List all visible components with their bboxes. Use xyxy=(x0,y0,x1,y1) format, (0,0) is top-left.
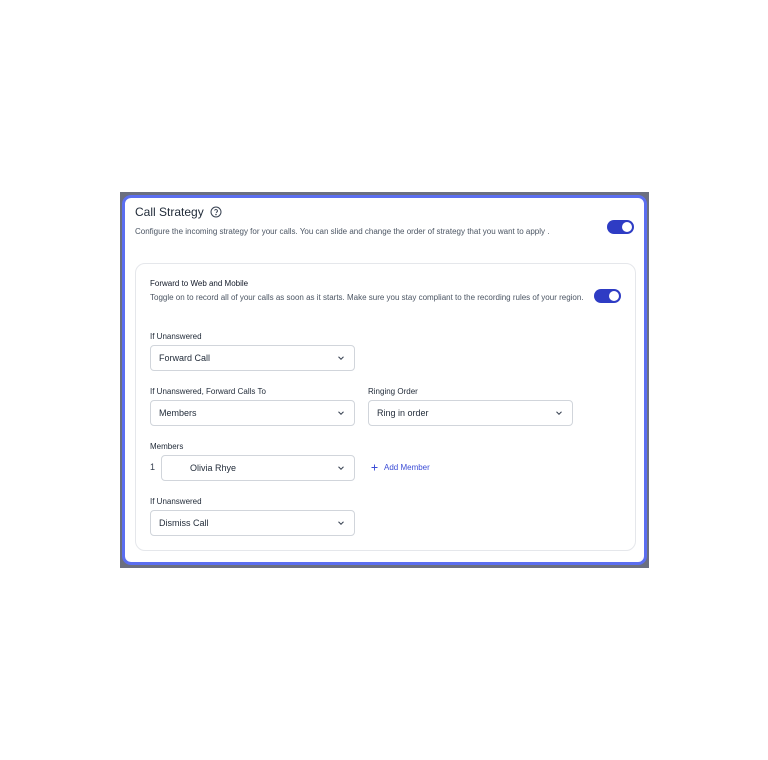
chevron-down-icon xyxy=(338,466,344,470)
if-unanswered-final-label: If Unanswered xyxy=(150,497,202,506)
chevron-down-icon xyxy=(556,411,562,415)
member-index: 1 xyxy=(150,462,156,472)
add-member-label: Add Member xyxy=(384,463,430,472)
forward-to-value: Members xyxy=(159,408,197,418)
forward-to-label: If Unanswered, Forward Calls To xyxy=(150,387,266,396)
card-title: Call Strategy xyxy=(135,205,204,219)
members-label: Members xyxy=(150,442,184,451)
ringing-order-select[interactable]: Ring in order xyxy=(368,400,573,426)
plus-icon xyxy=(371,464,378,471)
help-circle-icon[interactable] xyxy=(210,206,222,218)
ringing-order-label: Ringing Order xyxy=(368,387,418,396)
call-strategy-card: Call Strategy Configure the incoming str… xyxy=(122,195,647,565)
add-member-button[interactable]: Add Member xyxy=(370,463,430,472)
ringing-order-value: Ring in order xyxy=(377,408,429,418)
if-unanswered-final-select[interactable]: Dismiss Call xyxy=(150,510,355,536)
if-unanswered-select[interactable]: Forward Call xyxy=(150,345,355,371)
forward-description: Toggle on to record all of your calls as… xyxy=(150,293,584,302)
member-name: Olivia Rhye xyxy=(190,463,237,473)
forward-title: Forward to Web and Mobile xyxy=(150,279,249,288)
forward-to-select[interactable]: Members xyxy=(150,400,355,426)
card-description: Configure the incoming strategy for your… xyxy=(135,227,550,236)
chevron-down-icon xyxy=(338,521,344,525)
call-strategy-toggle[interactable] xyxy=(607,220,634,234)
chevron-down-icon xyxy=(338,356,344,360)
if-unanswered-final-value: Dismiss Call xyxy=(159,518,209,528)
if-unanswered-value: Forward Call xyxy=(159,353,211,363)
forward-strategy-panel: Forward to Web and Mobile Toggle on to r… xyxy=(135,263,636,551)
forward-toggle[interactable] xyxy=(594,289,621,303)
member-select[interactable]: Olivia Rhye xyxy=(161,455,355,481)
chevron-down-icon xyxy=(338,411,344,415)
card-header: Call Strategy xyxy=(135,205,222,219)
if-unanswered-label: If Unanswered xyxy=(150,332,202,341)
